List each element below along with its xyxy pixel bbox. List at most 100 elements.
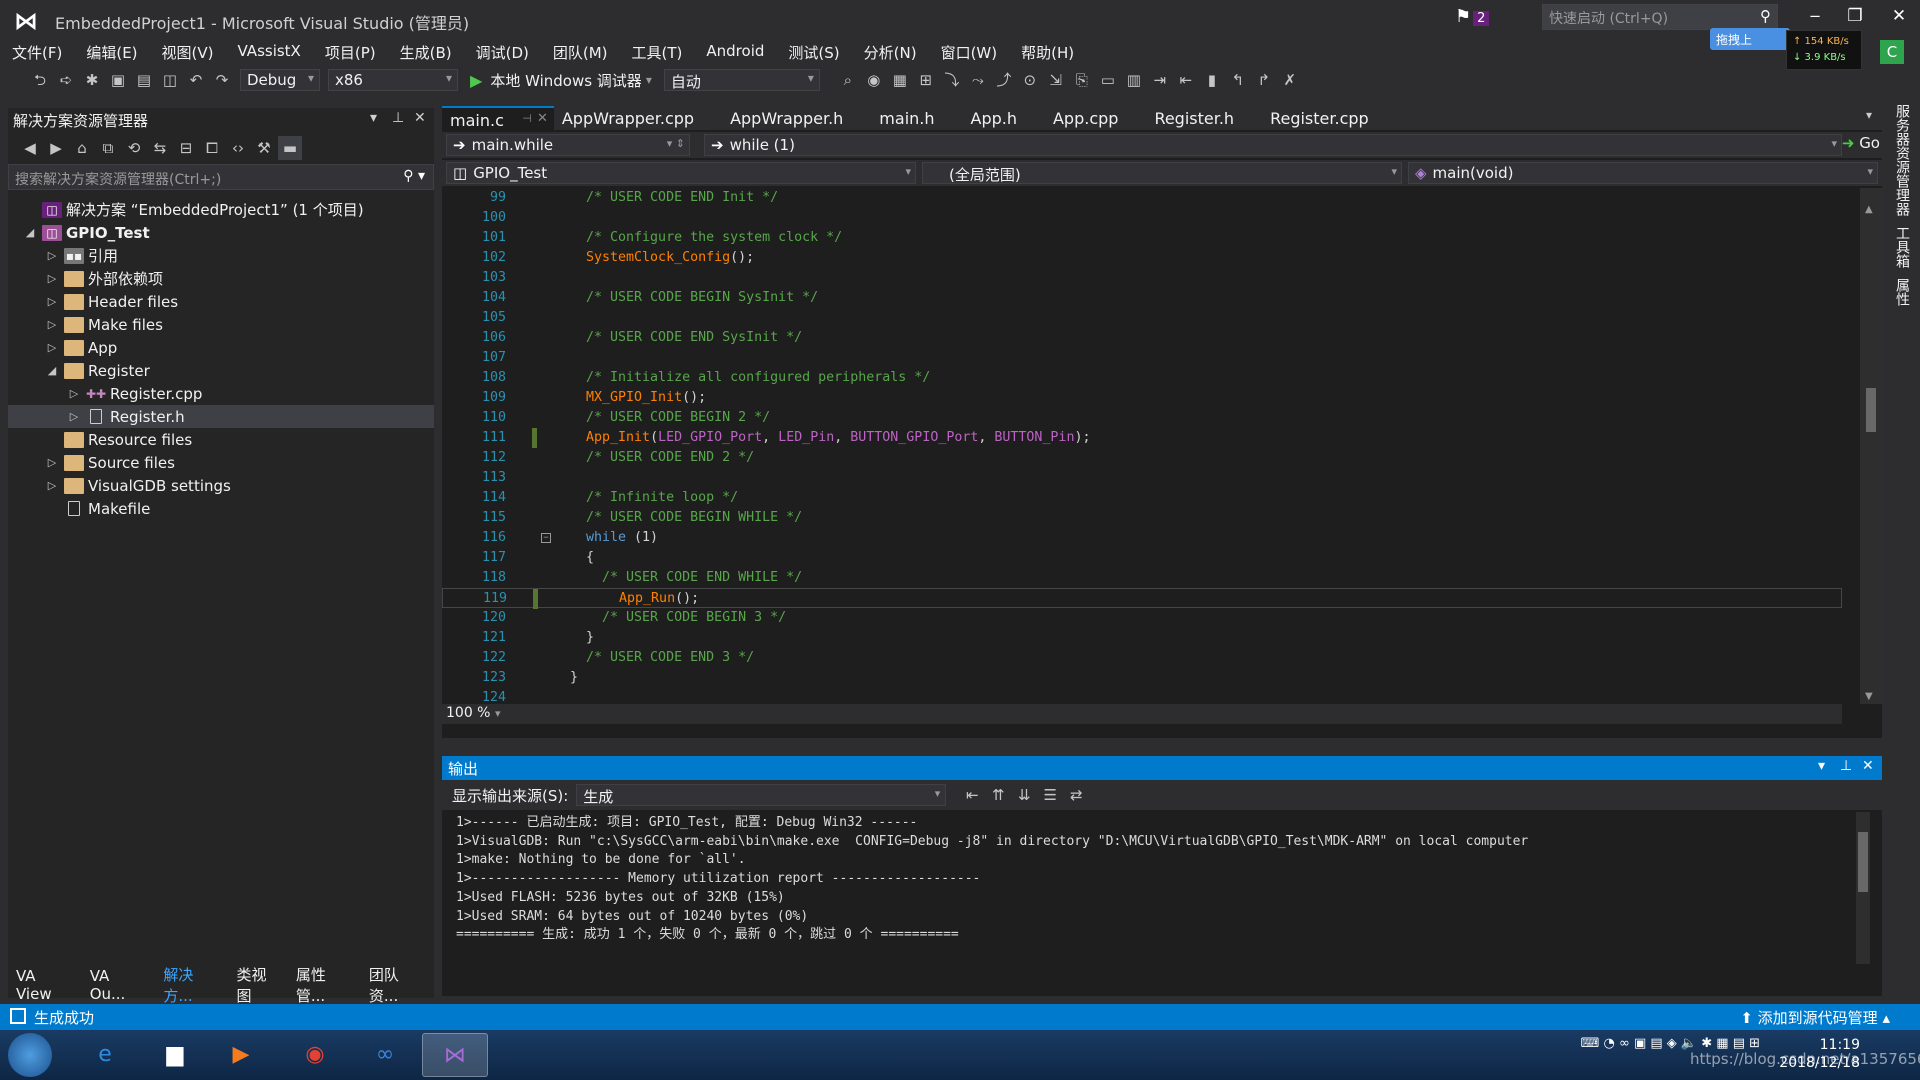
go-button[interactable]: ➜ Go [1842, 134, 1880, 152]
chevron-down-icon[interactable]: ▾ [1818, 758, 1825, 774]
menu-file[interactable]: 文件(F) [12, 40, 74, 64]
document-tab[interactable]: AppWrapper.cpp [554, 106, 722, 130]
disassembly-icon[interactable]: ⎘ [1070, 68, 1094, 92]
add-to-source-control-button[interactable]: ⬆ 添加到源代码管理 ▴ [1740, 1007, 1890, 1028]
close-button[interactable]: ✕ [1884, 6, 1914, 30]
code-line[interactable]: 124 [442, 688, 1842, 704]
save-all-icon[interactable]: ◫ [158, 68, 182, 92]
find-in-files-icon[interactable]: ⌕ [836, 68, 860, 92]
chevron-down-icon[interactable]: ▾ [370, 110, 377, 126]
run-to-cursor-icon[interactable]: ⇲ [1044, 68, 1068, 92]
home-icon[interactable]: ⌂ [70, 136, 94, 160]
word-wrap-icon[interactable]: ⇄ [1064, 783, 1088, 807]
document-tab[interactable]: App.h [963, 106, 1045, 130]
menu-analyze[interactable]: 分析(N) [852, 40, 929, 64]
properties-icon[interactable]: ⚒ [252, 136, 276, 160]
view-code-icon[interactable]: ‹› [226, 136, 250, 160]
tab-toolbox[interactable]: 工具箱 [1892, 226, 1912, 268]
redo-icon[interactable]: ↷ [210, 68, 234, 92]
solution-search-input[interactable]: 搜索解决方案资源管理器(Ctrl+;) ⚲ ▾ [8, 164, 434, 190]
step-over-icon[interactable]: ⤳ [966, 68, 990, 92]
tab-properties[interactable]: 属性 [1892, 278, 1912, 306]
menu-view[interactable]: 视图(V) [150, 40, 226, 64]
code-line[interactable]: 118 /* USER CODE END WHILE */ [442, 568, 1842, 588]
document-tab[interactable]: main.h [871, 106, 962, 130]
code-line[interactable]: 104 /* USER CODE BEGIN SysInit */ [442, 288, 1842, 308]
output-text[interactable]: 1>------ 已启动生成: 项目: GPIO_Test, 配置: Debug… [442, 810, 1882, 949]
code-line[interactable]: 103 [442, 268, 1842, 288]
panel-tab[interactable]: VA View [8, 965, 82, 1005]
collapsed-arrow-icon[interactable]: ▷ [44, 249, 60, 262]
code-line[interactable]: 110 /* USER CODE BEGIN 2 */ [442, 408, 1842, 428]
close-icon[interactable]: ✕ [537, 111, 548, 126]
function-dropdown[interactable]: ◈main(void)▾ [1408, 162, 1878, 184]
undo-icon[interactable]: ↶ [184, 68, 208, 92]
scroll-up-icon[interactable]: ▲ [1865, 204, 1873, 215]
code-line[interactable]: 101 /* Configure the system clock */ [442, 228, 1842, 248]
code-line[interactable]: 108 /* Initialize all configured periphe… [442, 368, 1842, 388]
minimize-button[interactable]: ‒ [1800, 6, 1830, 30]
project-dropdown[interactable]: ◫GPIO_Test▾ [446, 162, 916, 184]
global-scope-dropdown[interactable]: (全局范围)▾ [922, 162, 1402, 184]
menu-debug[interactable]: 调试(D) [464, 40, 541, 64]
panel-tab[interactable]: 团队资... [361, 962, 434, 1008]
baidu-netdisk-icon[interactable]: ∞ [352, 1033, 418, 1077]
memory-icon[interactable]: ▥ [1122, 68, 1146, 92]
tree-item[interactable]: ▷Source files [8, 451, 434, 474]
find-message-icon[interactable]: ⇤ [960, 783, 984, 807]
menu-android[interactable]: Android [694, 40, 776, 64]
code-line[interactable]: 100 [442, 208, 1842, 228]
prev-message-icon[interactable]: ⇈ [986, 783, 1010, 807]
code-line[interactable]: 114 /* Infinite loop */ [442, 488, 1842, 508]
collapsed-arrow-icon[interactable]: ▷ [44, 272, 60, 285]
collapsed-arrow-icon[interactable]: ▷ [66, 387, 82, 400]
collapsed-arrow-icon[interactable]: ▷ [44, 318, 60, 331]
scrollbar-thumb[interactable] [1858, 832, 1868, 892]
menu-test[interactable]: 测试(S) [776, 40, 851, 64]
code-line[interactable]: 107 [442, 348, 1842, 368]
zoom-level-dropdown[interactable]: 100 % ▾ [446, 705, 500, 721]
scroll-down-icon[interactable]: ▼ [1865, 691, 1873, 702]
document-tab[interactable]: main.c⊣✕ [442, 106, 554, 130]
sync-icon[interactable]: ⇆ [148, 136, 172, 160]
open-file-icon[interactable]: ▣ [106, 68, 130, 92]
document-tab[interactable]: App.cpp [1045, 106, 1146, 130]
quick-launch-input[interactable]: 快速启动 (Ctrl+Q) ⚲ [1542, 4, 1778, 30]
code-line[interactable]: 116− while (1) [442, 528, 1842, 548]
pin-icon[interactable]: ⊥ [392, 110, 404, 126]
visual-studio-taskbar-icon[interactable]: ⋈ [422, 1033, 488, 1077]
prev-bookmark-icon[interactable]: ↰ [1226, 68, 1250, 92]
tab-server-explorer[interactable]: 服务器资源管理器 [1892, 104, 1912, 216]
menu-build[interactable]: 生成(B) [388, 40, 464, 64]
collapsed-arrow-icon[interactable]: ▷ [66, 410, 82, 423]
tree-item[interactable]: ◢◫GPIO_Test [8, 221, 434, 244]
menu-window[interactable]: 窗口(W) [929, 40, 1010, 64]
tree-item[interactable]: ◢Register [8, 359, 434, 382]
build-icon[interactable]: ▦ [888, 68, 912, 92]
collapsed-arrow-icon[interactable]: ▷ [44, 479, 60, 492]
collapsed-arrow-icon[interactable]: ▷ [44, 295, 60, 308]
clear-bookmarks-icon[interactable]: ✗ [1278, 68, 1302, 92]
collapsed-arrow-icon[interactable]: ▷ [44, 341, 60, 354]
step-out-icon[interactable]: ⤴ [992, 68, 1016, 92]
start-button[interactable] [8, 1033, 52, 1077]
document-tab[interactable]: Register.h [1146, 106, 1262, 130]
code-line[interactable]: 123} [442, 668, 1842, 688]
menu-project[interactable]: 项目(P) [313, 40, 388, 64]
tree-item[interactable]: ◫解决方案 “EmbeddedProject1” (1 个项目) [8, 198, 434, 221]
file-explorer-icon[interactable]: ▆ [142, 1033, 208, 1077]
start-debugger-button[interactable]: ▶本地 Windows 调试器▾ [470, 70, 652, 91]
restore-button[interactable]: ❐ [1840, 6, 1870, 30]
pin-icon[interactable]: ⊣ [522, 112, 532, 125]
menu-team[interactable]: 团队(M) [541, 40, 620, 64]
code-line[interactable]: 113 [442, 468, 1842, 488]
code-line[interactable]: 109 MX_GPIO_Init(); [442, 388, 1842, 408]
editor-vertical-scrollbar[interactable]: ▲ ▼ [1860, 188, 1882, 704]
platform-dropdown[interactable]: x86▾ [328, 69, 458, 91]
code-line[interactable]: 112 /* USER CODE END 2 */ [442, 448, 1842, 468]
pin-icon[interactable]: ⊥ [1840, 758, 1852, 774]
debug-icon[interactable]: ⊞ [914, 68, 938, 92]
system-tray[interactable]: ⌨ ◔ ∞ ▣ ▤ ◈ 🔈 ✱ ▦ ▤ ⊞ [1581, 1036, 1760, 1051]
member-dropdown[interactable]: ➔while (1)▾ [704, 134, 1842, 156]
switch-views-icon[interactable]: ⧉ [96, 136, 120, 160]
